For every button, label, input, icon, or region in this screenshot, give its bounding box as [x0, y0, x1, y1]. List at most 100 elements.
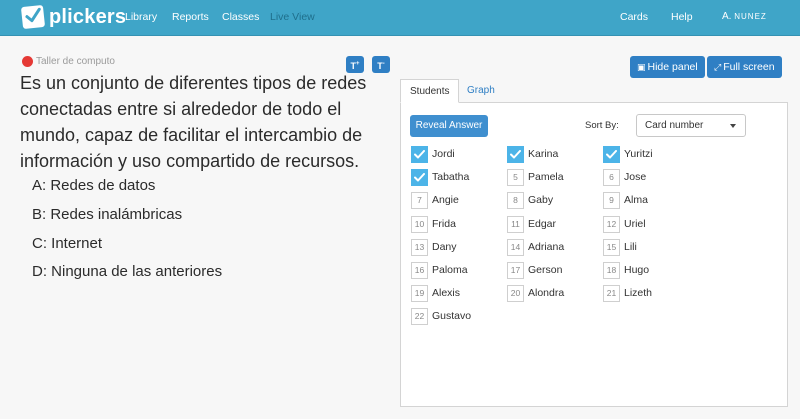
student-item[interactable]: 9 Alma	[603, 191, 648, 209]
expand-icon: ⤢	[714, 62, 722, 72]
logo-text: plickers	[49, 6, 127, 28]
student-item[interactable]: 17 Gerson	[507, 261, 562, 279]
student-name: Tabatha	[432, 171, 470, 183]
student-item[interactable]: 5 Pamela	[507, 168, 564, 186]
card-number-badge: 22	[411, 307, 428, 325]
nav-library[interactable]: Library	[125, 11, 157, 23]
nav-help[interactable]: Help	[671, 11, 693, 23]
student-name: Edgar	[528, 218, 557, 230]
card-number-badge: 20	[507, 284, 524, 302]
student-name: Alma	[624, 194, 648, 206]
class-name: Taller de computo	[36, 56, 115, 67]
student-item[interactable]: 22 Gustavo	[411, 307, 471, 325]
card-number-badge: 10	[411, 215, 428, 233]
student-item[interactable]: Karina	[507, 145, 558, 163]
choice-d: D: Ninguna de las anteriores	[32, 263, 223, 280]
caret-down-icon	[730, 124, 736, 128]
student-item[interactable]: 15 Lili	[603, 238, 637, 256]
hide-panel-button[interactable]: ▣ Hide panel	[630, 56, 705, 78]
nav-reports[interactable]: Reports	[172, 11, 209, 23]
student-name: Paloma	[432, 264, 468, 276]
tab-students[interactable]: Students	[400, 79, 460, 103]
question-text: Es un conjunto de diferentes tipos de re…	[20, 73, 367, 171]
student-item[interactable]: 10 Frida	[411, 215, 456, 233]
card-number-badge: 8	[507, 191, 524, 209]
student-name: Jose	[624, 171, 647, 183]
top-nav-bar: plickers Library Reports Classes Live Vi…	[0, 0, 800, 36]
student-item[interactable]: 6 Jose	[603, 168, 646, 186]
student-item[interactable]: 14 Adriana	[507, 238, 564, 256]
user-surname: NUNEZ	[734, 12, 767, 21]
card-number-badge: 19	[411, 284, 428, 302]
sort-select[interactable]: Card number	[636, 114, 746, 137]
nav-classes[interactable]: Classes	[222, 11, 259, 23]
student-name: Karina	[528, 148, 559, 160]
student-name: Gustavo	[432, 310, 472, 322]
answered-check-icon	[507, 145, 524, 163]
card-number-badge: 21	[603, 284, 620, 302]
card-number-badge: 9	[603, 191, 620, 209]
student-item[interactable]: Jordi	[411, 145, 455, 163]
student-name: Adriana	[528, 241, 565, 253]
choice-c: C: Internet	[32, 235, 103, 252]
answered-check-icon	[411, 145, 428, 163]
hide-panel-icon: ▣	[637, 62, 646, 72]
sort-value: Card number	[645, 120, 704, 131]
student-name: Angie	[432, 194, 459, 206]
full-screen-button[interactable]: ⤢ Full screen	[707, 56, 782, 78]
student-item[interactable]: Tabatha	[411, 168, 469, 186]
reveal-answer-button[interactable]: Reveal Answer	[410, 115, 488, 137]
card-number-badge: 6	[603, 168, 620, 186]
student-name: Lizeth	[624, 287, 653, 299]
student-name: Alexis	[432, 287, 461, 299]
answered-check-icon	[411, 168, 428, 186]
student-item[interactable]: 21 Lizeth	[603, 284, 652, 302]
card-number-badge: 17	[507, 261, 524, 279]
student-name: Frida	[432, 218, 456, 230]
hide-panel-label: Hide panel	[647, 61, 698, 73]
student-item[interactable]: 7 Angie	[411, 191, 459, 209]
plickers-logo[interactable]: plickers	[20, 4, 127, 30]
student-name: Gaby	[528, 194, 554, 206]
student-item[interactable]: 12 Uriel	[603, 215, 646, 233]
student-item[interactable]: 8 Gaby	[507, 191, 553, 209]
card-number-badge: 15	[603, 238, 620, 256]
nav-cards[interactable]: Cards	[620, 11, 648, 23]
tab-graph[interactable]: Graph	[458, 79, 504, 103]
student-name: Jordi	[432, 148, 455, 160]
student-item[interactable]: 11 Edgar	[507, 215, 556, 233]
student-item[interactable]: 18 Hugo	[603, 261, 649, 279]
student-item[interactable]: 13 Dany	[411, 238, 457, 256]
student-name: Dany	[432, 241, 457, 253]
student-name: Yuritzi	[624, 148, 653, 160]
student-name: Gerson	[528, 264, 563, 276]
logo-check-icon	[20, 4, 46, 30]
student-name: Pamela	[528, 171, 564, 183]
student-name: Lili	[624, 241, 637, 253]
card-number-badge: 13	[411, 238, 428, 256]
user-menu[interactable]: A. NUNEZ	[722, 11, 767, 22]
card-number-badge: 16	[411, 261, 428, 279]
live-dot-icon	[22, 56, 33, 67]
students-panel	[400, 102, 788, 407]
full-screen-label: Full screen	[723, 61, 775, 73]
card-number-badge: 18	[603, 261, 620, 279]
card-number-badge: 14	[507, 238, 524, 256]
student-item[interactable]: 16 Paloma	[411, 261, 468, 279]
student-item[interactable]: 20 Alondra	[507, 284, 564, 302]
student-name: Alondra	[528, 287, 565, 299]
student-item[interactable]: 19 Alexis	[411, 284, 460, 302]
choice-a: A: Redes de datos	[32, 177, 156, 194]
card-number-badge: 11	[507, 215, 524, 233]
student-item[interactable]: Yuritzi	[603, 145, 653, 163]
class-label: Taller de computo	[22, 56, 115, 67]
choice-b: B: Redes inalámbricas	[32, 206, 183, 223]
answered-check-icon	[603, 145, 620, 163]
student-name: Uriel	[624, 218, 646, 230]
nav-live-view[interactable]: Live View	[270, 11, 315, 23]
user-initial: A.	[722, 11, 732, 22]
card-number-badge: 7	[411, 191, 428, 209]
sort-label: Sort By:	[585, 120, 619, 131]
card-number-badge: 5	[507, 168, 524, 186]
card-number-badge: 12	[603, 215, 620, 233]
